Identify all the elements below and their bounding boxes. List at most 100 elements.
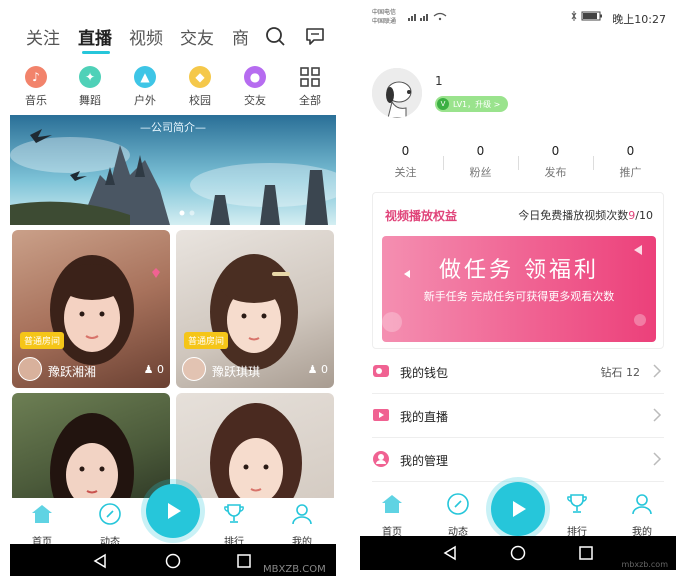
- back-icon[interactable]: [92, 553, 108, 569]
- stat-posts[interactable]: 0 发布: [518, 144, 593, 180]
- category-label: 舞蹈: [79, 94, 101, 107]
- category-campus[interactable]: ◆ 校园: [176, 64, 224, 112]
- profile-screen: 中国电信 中国联通 晚上10:27 1 V LV1，升级 > 0 关注 0 粉丝…: [360, 0, 676, 576]
- campus-icon: ◆: [189, 66, 211, 88]
- viewer-count-value: 0: [157, 363, 164, 376]
- category-all[interactable]: 全部: [286, 64, 334, 112]
- menu-my-live[interactable]: 我的直播: [372, 394, 664, 438]
- nav-rank[interactable]: 排行: [553, 492, 601, 538]
- clock: 晚上10:27: [612, 13, 666, 26]
- count-prefix: 今日免费播放视频次数: [518, 209, 629, 222]
- signal-icon: [408, 12, 447, 21]
- task-promo-banner[interactable]: 做任务 领福利 新手任务 完成任务可获得更多观看次数: [382, 236, 656, 342]
- watermark: mbxzb.com: [621, 560, 668, 569]
- person-icon: [292, 504, 312, 525]
- nav-mine[interactable]: 我的: [278, 502, 326, 548]
- viewer-count-value: 0: [321, 363, 328, 376]
- streamer-photo: [50, 413, 134, 503]
- home-circle-icon[interactable]: [165, 553, 181, 569]
- nav-mine[interactable]: 我的: [618, 492, 666, 538]
- category-label: 全部: [299, 94, 321, 107]
- category-dance[interactable]: ✦ 舞蹈: [66, 64, 114, 112]
- rights-title: 视频播放权益: [385, 209, 458, 223]
- level-badge[interactable]: V LV1，升级 >: [435, 96, 509, 112]
- dance-icon: ✦: [79, 66, 101, 88]
- room-type-badge: 普通房间: [184, 332, 229, 349]
- play-icon: [513, 501, 526, 517]
- chat-bubble-icon: ●: [244, 66, 266, 88]
- tab-live[interactable]: 直播: [78, 24, 112, 49]
- room-type-badge: 普通房间: [20, 332, 65, 349]
- stat-label: 推广: [619, 166, 642, 179]
- carrier-1: 中国电信: [372, 9, 397, 16]
- nav-home[interactable]: 首页: [18, 502, 66, 548]
- live-room-card[interactable]: [12, 393, 170, 503]
- recents-icon[interactable]: [578, 545, 594, 561]
- back-icon[interactable]: [442, 545, 458, 561]
- category-label: 交友: [244, 94, 266, 107]
- menu-label: 我的直播: [400, 410, 449, 424]
- go-live-button[interactable]: [491, 482, 545, 536]
- streamer-photo: [210, 403, 302, 503]
- compass-icon: [447, 493, 469, 515]
- live-room-card[interactable]: 普通房间 豫跃琪琪 ♟ 0: [176, 230, 334, 388]
- live-room-card[interactable]: 普通房间 豫跃湘湘 ♟ 0: [12, 230, 170, 388]
- nav-home[interactable]: 首页: [368, 492, 416, 538]
- menu-wallet[interactable]: 我的钱包 钻石 12: [372, 350, 664, 394]
- stat-value: 0: [551, 144, 560, 158]
- recents-icon[interactable]: [236, 553, 252, 569]
- person-icon: ♟: [143, 363, 157, 376]
- grid-icon: [300, 67, 320, 87]
- vip-icon: V: [437, 98, 449, 110]
- level-text: LV1，升级 >: [453, 99, 501, 109]
- nav-feed[interactable]: 动态: [86, 502, 134, 548]
- tab-video[interactable]: 视频: [129, 24, 163, 49]
- snoopy-avatar-image: [372, 68, 422, 118]
- promo-title: 做任务 领福利: [439, 258, 599, 283]
- streamer-avatar: [182, 357, 206, 381]
- carrier-info: 中国电信 中国联通: [372, 8, 396, 26]
- stat-promotion[interactable]: 0 推广: [593, 144, 668, 180]
- category-row: ♪ 音乐 ✦ 舞蹈 ▲ 户外 ◆ 校园 ● 交友 全部: [10, 64, 336, 112]
- message-icon[interactable]: [304, 25, 326, 47]
- trophy-icon: [224, 504, 244, 523]
- live-room-card[interactable]: [176, 393, 334, 503]
- stat-label: 关注: [394, 166, 417, 179]
- watermark: MBXZB.COM: [263, 564, 326, 575]
- menu-my-manage[interactable]: 我的管理: [372, 438, 664, 482]
- person-icon: ♟: [307, 363, 321, 376]
- count-total: /10: [635, 209, 653, 222]
- tv-icon: [373, 409, 389, 421]
- chevron-right-icon: [653, 408, 662, 422]
- tab-shop[interactable]: 商: [232, 24, 249, 49]
- stat-label: 粉丝: [469, 166, 492, 179]
- category-outdoor[interactable]: ▲ 户外: [121, 64, 169, 112]
- search-icon[interactable]: [264, 25, 286, 47]
- chevron-right-icon: [653, 452, 662, 466]
- promo-banner[interactable]: —公司简介—: [10, 115, 336, 225]
- nav-feed[interactable]: 动态: [434, 492, 482, 538]
- streamer-name: 豫跃琪琪: [212, 365, 261, 379]
- category-label: 校园: [189, 94, 211, 107]
- stat-fans[interactable]: 0 粉丝: [443, 144, 518, 180]
- tab-follow[interactable]: 关注: [26, 24, 60, 49]
- carrier-2: 中国联通: [372, 18, 397, 25]
- stat-following[interactable]: 0 关注: [368, 144, 443, 180]
- stat-value: 0: [401, 144, 410, 158]
- home-icon: [32, 505, 52, 523]
- android-nav-bar: MBXZB.COM: [10, 544, 336, 576]
- stat-label: 发布: [544, 166, 567, 179]
- stats-row: 0 关注 0 粉丝 0 发布 0 推广: [368, 144, 668, 184]
- viewer-count: ♟ 0: [308, 363, 328, 376]
- nav-rank[interactable]: 排行: [210, 502, 258, 548]
- tab-dating[interactable]: 交友: [180, 24, 214, 49]
- play-icon: [168, 503, 181, 519]
- stat-value: 0: [626, 144, 635, 158]
- go-live-button[interactable]: [146, 484, 200, 538]
- user-avatar[interactable]: [372, 68, 422, 118]
- home-icon: [382, 495, 402, 513]
- category-music[interactable]: ♪ 音乐: [12, 64, 60, 112]
- home-circle-icon[interactable]: [510, 545, 526, 561]
- category-dating[interactable]: ● 交友: [231, 64, 279, 112]
- wallet-icon: [373, 365, 389, 377]
